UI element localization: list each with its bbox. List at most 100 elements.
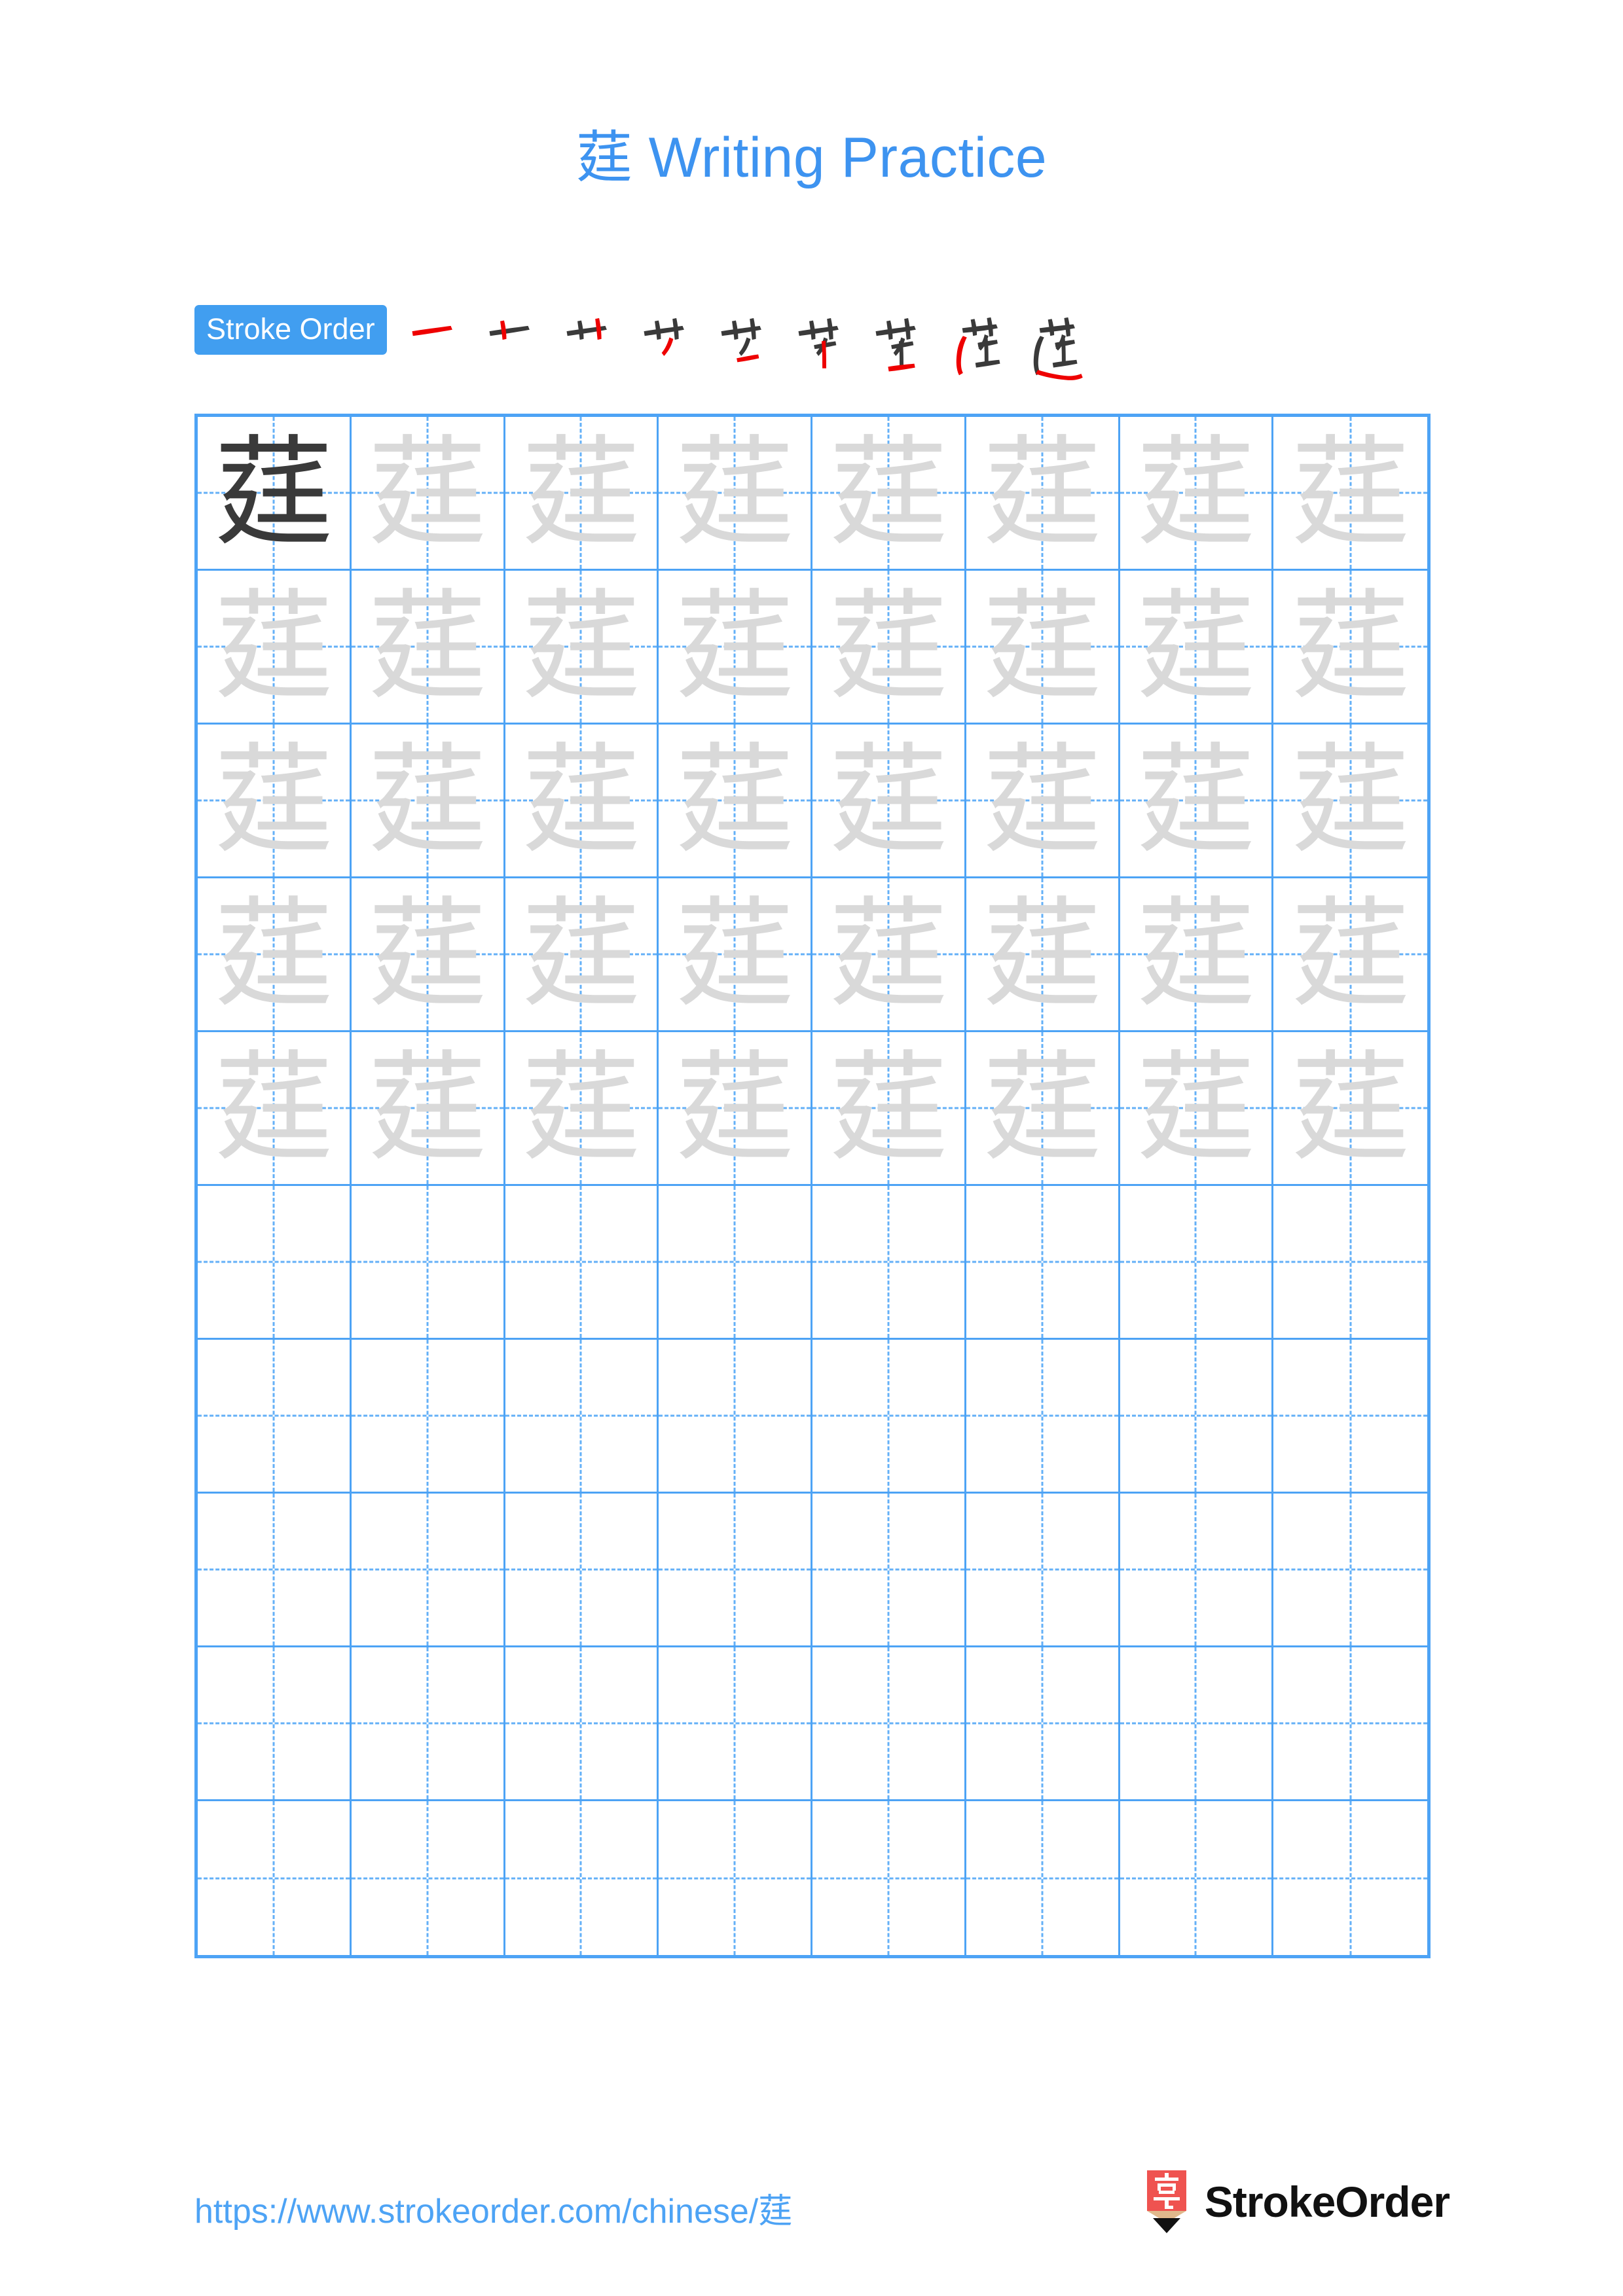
practice-cell[interactable]: 莛 — [812, 725, 966, 878]
trace-character: 莛 — [1290, 1039, 1410, 1177]
practice-cell[interactable] — [966, 1801, 1120, 1955]
practice-cell[interactable] — [351, 1494, 505, 1647]
practice-cell[interactable] — [1120, 1186, 1274, 1340]
practice-cell[interactable]: 莛 — [198, 878, 352, 1032]
practice-cell[interactable]: 莛 — [505, 878, 659, 1032]
practice-cell[interactable] — [1273, 1647, 1427, 1801]
practice-cell[interactable]: 莛 — [505, 571, 659, 725]
trace-character: 莛 — [213, 577, 333, 716]
practice-cell[interactable]: 莛 — [812, 1032, 966, 1186]
practice-cell[interactable] — [505, 1801, 659, 1955]
trace-character: 莛 — [982, 1039, 1102, 1177]
practice-cell[interactable]: 莛 — [505, 725, 659, 878]
practice-cell[interactable] — [1120, 1647, 1274, 1801]
practice-cell[interactable]: 莛 — [1120, 571, 1274, 725]
practice-cell[interactable]: 莛 — [351, 1032, 505, 1186]
practice-cell[interactable]: 莛 — [659, 417, 812, 571]
practice-cell[interactable]: 莛 — [966, 571, 1120, 725]
practice-cell[interactable] — [505, 1186, 659, 1340]
practice-cell[interactable] — [966, 1647, 1120, 1801]
practice-cell[interactable]: 莛 — [351, 725, 505, 878]
practice-cell[interactable] — [351, 1340, 505, 1494]
trace-character: 莛 — [521, 423, 641, 562]
practice-cell[interactable]: 莛 — [1273, 1032, 1427, 1186]
practice-cell[interactable]: 莛 — [1273, 725, 1427, 878]
practice-cell[interactable] — [812, 1340, 966, 1494]
practice-cell[interactable]: 莛 — [1120, 417, 1274, 571]
practice-cell[interactable]: 莛 — [812, 417, 966, 571]
practice-cell[interactable]: 莛 — [966, 725, 1120, 878]
practice-cell[interactable]: 莛 — [351, 878, 505, 1032]
practice-cell[interactable]: 莛 — [659, 725, 812, 878]
practice-cell[interactable] — [659, 1340, 812, 1494]
stroke-step-3 — [556, 305, 633, 382]
practice-cell[interactable]: 莛 — [351, 571, 505, 725]
practice-cell[interactable] — [812, 1186, 966, 1340]
practice-cell[interactable]: 莛 — [812, 878, 966, 1032]
practice-cell[interactable] — [198, 1494, 352, 1647]
practice-cell[interactable] — [966, 1494, 1120, 1647]
practice-cell[interactable]: 莛 — [1120, 725, 1274, 878]
practice-cell[interactable]: 莛 — [659, 571, 812, 725]
practice-cell[interactable] — [812, 1801, 966, 1955]
practice-cell[interactable] — [505, 1340, 659, 1494]
practice-cell[interactable]: 莛 — [505, 1032, 659, 1186]
practice-cell[interactable] — [351, 1186, 505, 1340]
practice-cell[interactable]: 莛 — [1120, 1032, 1274, 1186]
practice-cell[interactable] — [1273, 1801, 1427, 1955]
practice-cell[interactable] — [198, 1186, 352, 1340]
practice-cell[interactable] — [659, 1647, 812, 1801]
practice-cell[interactable]: 莛 — [812, 571, 966, 725]
trace-character: 莛 — [1290, 577, 1410, 716]
practice-cell[interactable]: 莛 — [198, 725, 352, 878]
practice-cell[interactable] — [966, 1340, 1120, 1494]
practice-cell[interactable]: 莛 — [198, 1032, 352, 1186]
practice-cell[interactable] — [1120, 1340, 1274, 1494]
trace-character: 莛 — [213, 1039, 333, 1177]
practice-grid: 莛莛莛莛莛莛莛莛莛莛莛莛莛莛莛莛莛莛莛莛莛莛莛莛莛莛莛莛莛莛莛莛莛莛莛莛莛莛莛莛 — [194, 414, 1431, 1958]
practice-cell[interactable]: 莛 — [966, 1032, 1120, 1186]
practice-cell[interactable] — [505, 1494, 659, 1647]
practice-cell[interactable]: 莛 — [351, 417, 505, 571]
practice-cell[interactable] — [1120, 1494, 1274, 1647]
practice-cell[interactable] — [1273, 1186, 1427, 1340]
practice-cell[interactable]: 莛 — [198, 571, 352, 725]
practice-cell[interactable]: 莛 — [659, 878, 812, 1032]
practice-cell[interactable]: 莛 — [1273, 417, 1427, 571]
practice-cell[interactable]: 莛 — [1273, 878, 1427, 1032]
stroke-step-3-icon — [566, 318, 607, 340]
stroke-step-5 — [710, 305, 788, 382]
practice-cell[interactable] — [812, 1647, 966, 1801]
stroke-order-section: Stroke Order — [194, 305, 1097, 380]
practice-cell[interactable] — [198, 1801, 352, 1955]
practice-cell[interactable] — [505, 1647, 659, 1801]
practice-cell[interactable] — [351, 1647, 505, 1801]
trace-character: 莛 — [1136, 885, 1256, 1024]
pencil-icon-svg — [1146, 2170, 1186, 2233]
footer-url[interactable]: https://www.strokeorder.com/chinese/莛 — [194, 2183, 792, 2233]
trace-character: 莛 — [982, 423, 1102, 562]
stroke-step-1-icon — [412, 325, 452, 336]
practice-cell[interactable] — [966, 1186, 1120, 1340]
trace-character: 莛 — [521, 577, 641, 716]
practice-cell[interactable] — [352, 1801, 505, 1955]
practice-cell[interactable] — [659, 1186, 812, 1340]
practice-cell[interactable] — [1273, 1494, 1427, 1647]
brand-logo[interactable]: StrokeOrder — [1143, 2170, 1450, 2233]
practice-cell[interactable] — [198, 1647, 352, 1801]
practice-cell[interactable] — [812, 1494, 966, 1647]
practice-cell[interactable]: 莛 — [966, 878, 1120, 1032]
practice-cell[interactable]: 莛 — [505, 417, 659, 571]
practice-cell[interactable] — [659, 1494, 812, 1647]
practice-cell[interactable] — [1273, 1340, 1427, 1494]
practice-cell[interactable] — [1120, 1801, 1274, 1955]
practice-cell[interactable]: 莛 — [659, 1032, 812, 1186]
stroke-step-6-icon — [798, 318, 839, 368]
page-title-character: 莛 — [575, 125, 633, 190]
practice-cell[interactable]: 莛 — [966, 417, 1120, 571]
practice-cell[interactable]: 莛 — [1120, 878, 1274, 1032]
practice-cell[interactable] — [198, 1340, 352, 1494]
practice-cell[interactable] — [659, 1801, 812, 1955]
practice-cell[interactable]: 莛 — [1273, 571, 1427, 725]
practice-cell[interactable]: 莛 — [198, 417, 352, 571]
